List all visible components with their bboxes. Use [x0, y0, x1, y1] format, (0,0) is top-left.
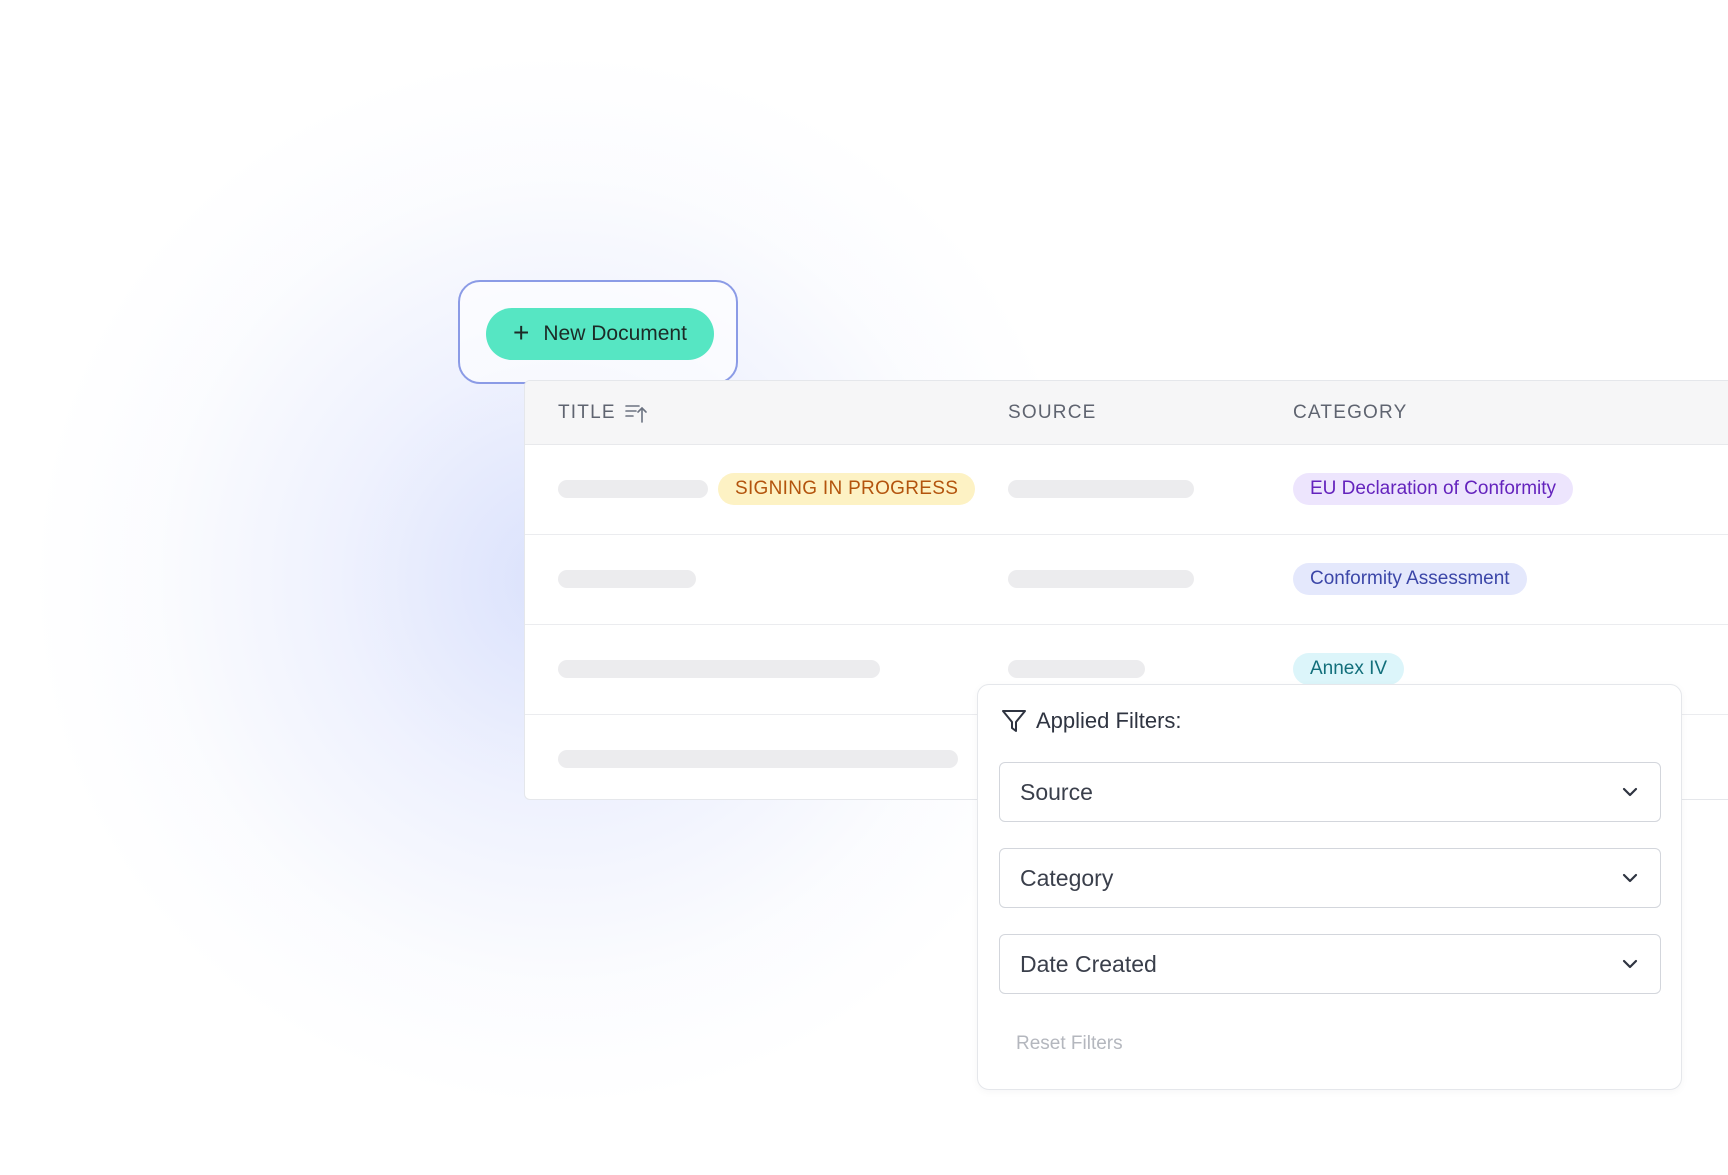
filters-heading: Applied Filters: — [1036, 708, 1182, 733]
title-placeholder — [558, 570, 696, 588]
title-placeholder — [558, 480, 708, 498]
column-title[interactable]: TITLE — [558, 402, 648, 424]
sort-ascending-icon[interactable] — [624, 402, 648, 424]
title-placeholder — [558, 750, 958, 768]
table-row[interactable]: SIGNING IN PROGRESS EU Declaration of Co… — [525, 445, 1728, 535]
source-filter-label: Source — [1020, 778, 1093, 805]
column-category-label: CATEGORY — [1293, 402, 1408, 423]
source-placeholder — [1008, 660, 1145, 678]
date-created-filter-label: Date Created — [1020, 950, 1157, 977]
table-row[interactable]: Conformity Assessment — [525, 535, 1728, 625]
plus-icon: + — [513, 316, 530, 348]
source-placeholder — [1008, 480, 1194, 498]
category-filter-select[interactable]: Category — [999, 848, 1661, 908]
chevron-down-icon — [1622, 959, 1638, 969]
category-filter-label: Category — [1020, 864, 1114, 891]
category-tag: Conformity Assessment — [1293, 563, 1527, 595]
date-created-filter-select[interactable]: Date Created — [999, 934, 1661, 994]
status-badge: SIGNING IN PROGRESS — [718, 473, 976, 505]
column-title-label: TITLE — [558, 402, 616, 423]
chevron-down-icon — [1622, 873, 1638, 883]
column-category[interactable]: CATEGORY — [1293, 402, 1407, 424]
chevron-down-icon — [1622, 787, 1638, 797]
source-placeholder — [1008, 570, 1194, 588]
filters-header: Applied Filters: — [1000, 707, 1182, 735]
new-document-highlight: + New Document — [458, 280, 738, 384]
category-tag: Annex IV — [1293, 653, 1405, 685]
reset-filters-button[interactable]: Reset Filters — [1016, 1033, 1123, 1055]
new-document-label: New Document — [543, 322, 687, 345]
column-source-label: SOURCE — [1008, 402, 1097, 423]
source-filter-select[interactable]: Source — [999, 762, 1661, 822]
table-header: TITLE SOURCE CATEGORY — [525, 381, 1728, 445]
filter-icon — [1002, 710, 1026, 732]
category-tag: EU Declaration of Conformity — [1293, 473, 1574, 505]
title-placeholder — [558, 660, 880, 678]
filters-panel: Applied Filters: Source Category Date Cr… — [977, 684, 1682, 1090]
new-document-button[interactable]: + New Document — [486, 308, 714, 360]
column-source[interactable]: SOURCE — [1008, 402, 1097, 424]
